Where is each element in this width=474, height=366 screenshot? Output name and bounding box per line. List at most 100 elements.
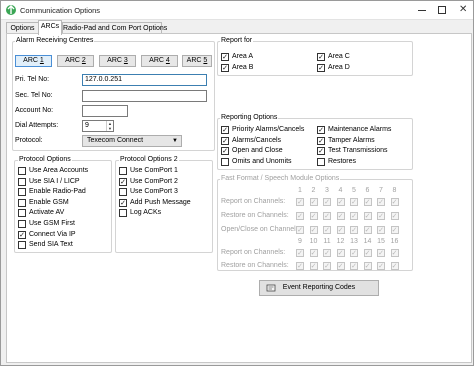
title-bar[interactable]: Communication Options ✕	[1, 1, 473, 20]
arc-4-button[interactable]: ARC 4	[141, 55, 178, 67]
tab-arcs[interactable]: ARCs	[38, 20, 62, 35]
fast-format-title: Fast Format / Speech Module Options	[220, 175, 341, 182]
dial-attempts-spinner[interactable]: 9 ▲ ▼	[82, 120, 114, 132]
checkmark-icon[interactable]: ✓	[119, 198, 127, 207]
protocol-options-title: Protocol Options	[18, 156, 72, 163]
checkmark-icon: ✓	[390, 262, 399, 270]
checkmark-icon[interactable]: ✓	[317, 147, 325, 155]
app-icon	[6, 5, 16, 15]
arc-button-prefix: ARC	[107, 57, 124, 64]
checkbox-label: Log ACKs	[130, 209, 162, 217]
checkmark-icon[interactable]: ✓	[221, 53, 229, 61]
checkmark-icon: ✓	[323, 249, 331, 257]
window-title: Communication Options	[20, 6, 101, 15]
arc-3-button[interactable]: ARC 3	[99, 55, 136, 67]
channel-number: 11	[323, 238, 331, 245]
checkbox-box[interactable]	[119, 209, 127, 218]
checkbox-box[interactable]	[18, 188, 26, 197]
minimize-button[interactable]	[412, 1, 432, 20]
spinner-arrows-icon[interactable]: ▲ ▼	[106, 121, 113, 131]
checkbox-label: Enable Radio-Pad	[29, 188, 86, 196]
protocol-label: Protocol:	[15, 137, 43, 144]
checkbox-label: Enable GSM	[29, 198, 69, 206]
account-no-label: Account No:	[15, 107, 54, 114]
checkmark-icon: ✓	[350, 249, 358, 257]
checkmark-icon[interactable]: ✓	[221, 147, 229, 155]
minimize-icon	[418, 10, 426, 11]
checkmark-icon[interactable]: ✓	[119, 177, 127, 186]
checkbox-label: Add Push Message	[130, 198, 191, 206]
report-for-title: Report for	[220, 37, 254, 44]
checkbox-label: Send SIA Text	[29, 241, 73, 249]
checkbox-box[interactable]	[18, 167, 26, 175]
account-no-input[interactable]	[82, 105, 128, 117]
checkmark-icon: ✓	[336, 262, 345, 270]
checkmark-icon[interactable]: ✓	[221, 64, 229, 72]
checkbox-label: Activate AV	[29, 209, 65, 217]
checkmark-icon: ✓	[309, 198, 318, 206]
checkmark-icon[interactable]: ✓	[317, 136, 325, 145]
checkbox-box[interactable]	[18, 241, 26, 250]
checkbox-label: Connect Via IP	[29, 230, 76, 238]
checkbox-label: Open and Close	[232, 147, 283, 154]
arc-button-number: 1	[39, 57, 44, 64]
channel-number: 10	[309, 238, 318, 245]
communication-options-window: Communication Options ✕ Options ARCs Rad…	[0, 0, 474, 366]
checkmark-icon[interactable]: ✓	[221, 126, 229, 134]
channel-number: 1	[298, 187, 302, 194]
event-codes-icon	[266, 284, 276, 292]
checkmark-icon[interactable]: ✓	[317, 126, 325, 134]
arc-1-button[interactable]: ARC 1	[15, 55, 52, 67]
checkmark-icon: ✓	[296, 212, 304, 220]
channel-number: 14	[363, 238, 372, 245]
arc-button-number: 3	[123, 57, 128, 64]
dial-attempts-label: Dial Attempts:	[15, 122, 59, 129]
channel-number: 5	[352, 187, 356, 194]
checkbox-box[interactable]	[18, 220, 26, 228]
channel-number: 4	[338, 187, 343, 194]
channel-number: 3	[325, 187, 329, 194]
fast-format-row-label: Restore on Channels:	[221, 262, 289, 269]
checkmark-icon: ✓	[336, 249, 345, 257]
fast-format-row-label: Open/Close on Channels:	[221, 226, 302, 233]
checkmark-icon: ✓	[296, 226, 304, 234]
reporting-options-title: Reporting Options	[220, 114, 279, 121]
event-reporting-codes-label: Event Reporting Codes	[282, 284, 356, 291]
checkmark-icon: ✓	[350, 212, 358, 220]
checkbox-label: Use ComPort 1	[130, 167, 178, 174]
arc-2-button[interactable]: ARC 2	[57, 55, 94, 67]
pri-tel-input[interactable]: 127.0.0.251	[82, 74, 207, 86]
channel-number: 13	[350, 238, 358, 245]
fast-format-row-label: Restore on Channels:	[221, 212, 289, 219]
sec-tel-input[interactable]	[82, 90, 207, 102]
protocol-select[interactable]: Texecom Connect ▼	[82, 135, 182, 147]
checkbox-box[interactable]	[18, 209, 26, 218]
checkbox-box[interactable]	[119, 167, 127, 175]
checkbox-box[interactable]	[221, 157, 229, 166]
checkmark-icon: ✓	[296, 249, 304, 257]
maximize-button[interactable]	[432, 1, 452, 20]
checkbox-box[interactable]	[18, 177, 26, 186]
arc-button-prefix: ARC	[186, 57, 204, 64]
checkbox-box[interactable]	[18, 198, 26, 207]
checkbox-box[interactable]	[119, 188, 127, 197]
checkbox-box[interactable]	[317, 157, 325, 166]
checkmark-icon[interactable]: ✓	[317, 53, 325, 61]
checkbox-label: Use ComPort 2	[130, 177, 178, 185]
arc-5-button[interactable]: ARC 5	[182, 55, 212, 67]
protocol-selected-value: Texecom Connect	[87, 137, 144, 144]
checkbox-label: Test Transmissions	[328, 147, 388, 154]
event-reporting-codes-button[interactable]: Event Reporting Codes	[259, 280, 379, 296]
arcs-tab-page: Alarm Receiving Centres ARC 1 ARC 2 ARC …	[6, 33, 472, 363]
close-button[interactable]: ✕	[453, 1, 473, 20]
fast-format-row-label: Report on Channels:	[221, 249, 286, 256]
protocol-options-2-title: Protocol Options 2	[119, 156, 179, 163]
checkbox-label: Restores	[328, 157, 357, 165]
checkbox-label: Use GSM First	[29, 220, 75, 227]
checkmark-icon: ✓	[377, 212, 385, 220]
checkmark-icon: ✓	[377, 226, 385, 234]
checkmark-icon[interactable]: ✓	[18, 230, 26, 239]
checkmark-icon[interactable]: ✓	[317, 64, 325, 72]
checkmark-icon[interactable]: ✓	[221, 136, 229, 145]
channel-number: 6	[365, 187, 370, 194]
